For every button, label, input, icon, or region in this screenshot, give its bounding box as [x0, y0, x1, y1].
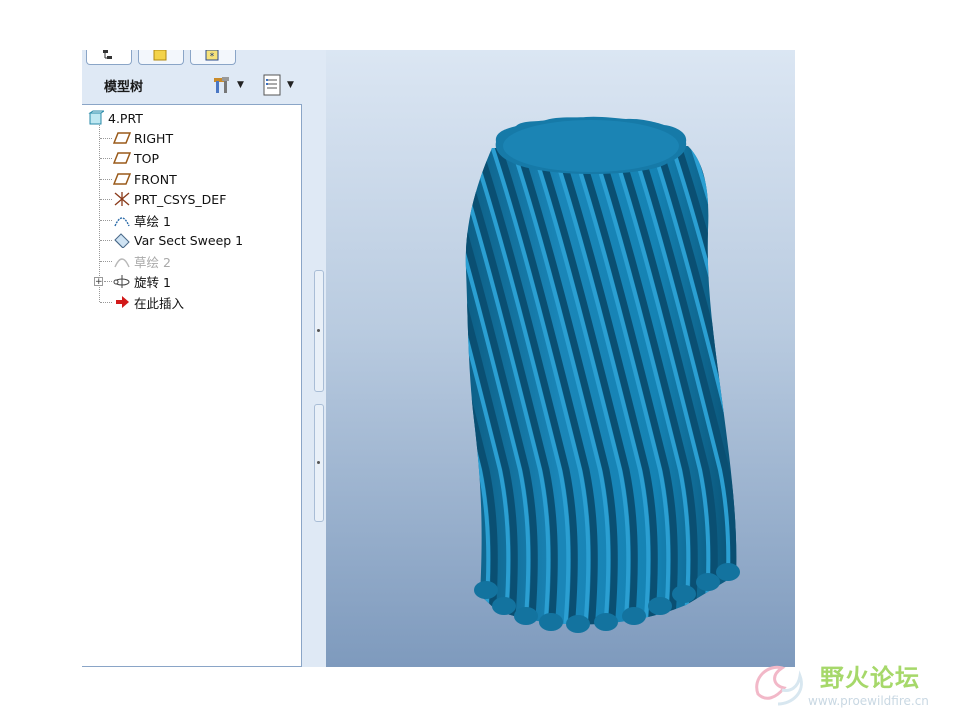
tree-item-label: 在此插入	[134, 295, 185, 311]
flute-highlight	[770, 140, 795, 630]
tree-item-var-sect-sweep[interactable]: Var Sect Sweep 1	[112, 230, 243, 250]
tree-item-label: FRONT	[134, 171, 177, 187]
datum-plane-icon	[112, 129, 132, 147]
coordinate-system-icon	[112, 190, 132, 208]
bottom-lobe	[716, 563, 740, 581]
tree-connector	[100, 199, 112, 200]
variable-sweep-icon	[112, 231, 132, 249]
flute-highlight	[750, 140, 795, 630]
flame-logo-icon	[755, 665, 803, 706]
settings-tools-button[interactable]: ▼	[212, 72, 244, 98]
tree-item-label: 草绘 2	[134, 254, 171, 270]
tree-connector	[99, 125, 100, 302]
insert-here-arrow-icon	[112, 293, 132, 311]
tree-item-right[interactable]: RIGHT	[112, 128, 173, 148]
flute-groove	[756, 140, 795, 630]
tree-item-csys[interactable]: PRT_CSYS_DEF	[112, 189, 226, 209]
bottom-lobe	[514, 607, 538, 625]
flute-groove	[732, 146, 737, 625]
model-tree-header: 模型树 ▼ ▼	[82, 66, 326, 104]
tree-connector	[100, 240, 112, 241]
bottom-lobe	[622, 607, 646, 625]
tree-item-label: RIGHT	[134, 130, 174, 146]
column-top-cap	[495, 116, 687, 174]
model-tree: 4.PRT RIGHT TOP FRONT PRT_CSYS_DEF 草绘 1 …	[82, 104, 302, 667]
flute-highlight	[350, 140, 448, 630]
svg-text:*: *	[210, 52, 215, 62]
datum-plane-icon	[112, 170, 132, 188]
tree-connector	[100, 220, 112, 221]
favorites-tab-icon: *	[205, 50, 219, 62]
tree-connector	[100, 302, 112, 303]
tree-item-label: TOP	[134, 150, 160, 166]
revolve-icon	[112, 272, 132, 290]
tree-item-label: 旋转 1	[134, 274, 171, 290]
splitter-grip-upper[interactable]	[314, 270, 324, 392]
show-columns-icon	[263, 74, 281, 96]
tree-root[interactable]: 4.PRT	[86, 108, 143, 128]
model-tree-tab-icon	[103, 50, 112, 59]
tree-connector	[100, 138, 112, 139]
tree-connector	[104, 281, 112, 282]
tree-item-label: 4.PRT	[108, 110, 143, 126]
settings-tools-icon	[214, 77, 229, 93]
tree-item-sketch-2[interactable]: 草绘 2	[112, 251, 171, 271]
bottom-lobe	[696, 573, 720, 591]
tree-connector	[100, 261, 112, 262]
bottom-lobe	[539, 613, 563, 631]
expand-toggle[interactable]: +	[94, 277, 103, 287]
watermark-url: www.proewildfire.cn	[808, 694, 929, 708]
tree-item-top[interactable]: TOP	[112, 148, 159, 168]
tree-item-revolve-1[interactable]: 旋转 1	[112, 271, 171, 291]
bottom-lobe	[492, 597, 516, 615]
flute-groove	[465, 146, 478, 625]
show-columns-button[interactable]: ▼	[262, 72, 294, 98]
tree-item-label: 草绘 1	[134, 213, 171, 229]
bottom-lobe	[672, 585, 696, 603]
sketch-icon	[112, 252, 132, 270]
splitter-grip-lower[interactable]	[314, 404, 324, 522]
tree-item-front[interactable]: FRONT	[112, 169, 177, 189]
watermark-title: 野火论坛	[820, 664, 920, 692]
bottom-lobe	[648, 597, 672, 615]
panel-title: 模型树	[104, 80, 144, 95]
forum-watermark: 野火论坛 www.proewildfire.cn	[748, 652, 960, 720]
panel-splitter[interactable]	[302, 66, 326, 667]
part-icon	[86, 109, 106, 127]
tree-item-label: PRT_CSYS_DEF	[134, 191, 227, 207]
chevron-down-icon: ▼	[237, 80, 244, 90]
flute-highlight	[728, 146, 737, 625]
bottom-lobe	[594, 613, 618, 631]
chevron-down-icon: ▼	[287, 80, 294, 90]
grip-dot	[317, 329, 320, 332]
tree-item-label: Var Sect Sweep 1	[134, 232, 244, 248]
grip-dot	[317, 461, 320, 464]
bottom-lobe	[566, 615, 590, 633]
graphics-viewport[interactable]	[326, 50, 795, 667]
folder-tab-icon	[153, 50, 167, 61]
flute-highlight	[465, 146, 471, 625]
tree-item-insert-here[interactable]: 在此插入	[112, 292, 184, 312]
tab-model-tree[interactable]	[86, 50, 132, 65]
tab-favorites[interactable]: *	[190, 50, 236, 65]
flute-groove	[776, 140, 795, 630]
datum-plane-icon	[112, 149, 132, 167]
tree-item-sketch-1[interactable]: 草绘 1	[112, 210, 171, 230]
navigator-tabs: *	[82, 50, 326, 66]
bottom-lobe	[474, 581, 498, 599]
pro-engineer-window: * 模型树 ▼ ▼ 4.PRT RIGHT TOP FRONT PRT_CSYS…	[82, 50, 795, 667]
tree-connector	[100, 179, 112, 180]
tree-connector	[100, 158, 112, 159]
sketch-icon	[112, 211, 132, 229]
flute-groove	[356, 140, 454, 630]
twisted-fluted-column-model[interactable]	[326, 50, 795, 667]
tab-folder-browser[interactable]	[138, 50, 184, 65]
